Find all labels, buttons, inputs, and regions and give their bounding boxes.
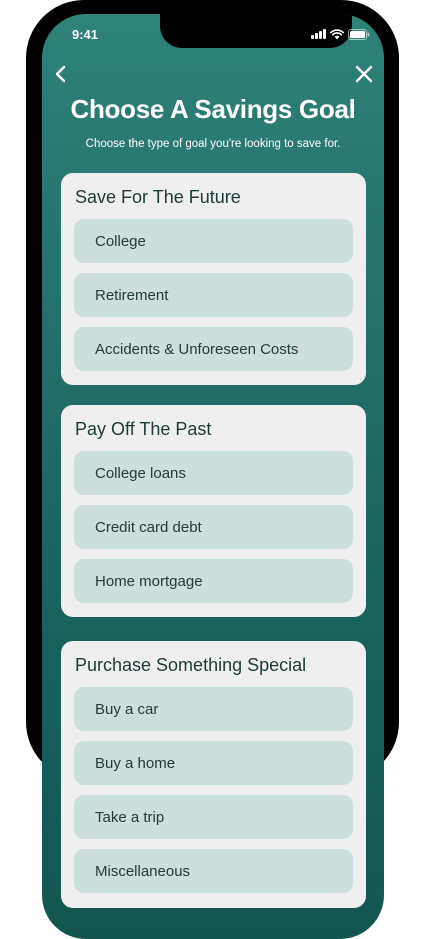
signal-icon — [311, 29, 326, 39]
wifi-icon — [329, 28, 344, 40]
status-icons — [311, 27, 371, 41]
option-buy-a-home[interactable]: Buy a home — [74, 741, 353, 785]
page-subtitle: Choose the type of goal you're looking t… — [85, 138, 341, 150]
goal-group-save-for-future: Save For The Future College Retirement A… — [61, 173, 366, 385]
status-time: 9:41 — [72, 27, 99, 42]
close-icon[interactable] — [354, 64, 374, 84]
group-heading: Purchase Something Special — [75, 655, 307, 675]
group-heading: Save For The Future — [75, 187, 241, 207]
option-miscellaneous[interactable]: Miscellaneous — [74, 849, 353, 893]
page-title: Choose A Savings Goal — [70, 94, 356, 124]
option-college-loans[interactable]: College loans — [74, 451, 353, 495]
option-take-a-trip[interactable]: Take a trip — [74, 795, 353, 839]
option-credit-card-debt[interactable]: Credit card debt — [74, 505, 353, 549]
goal-group-purchase-special: Purchase Something Special Buy a car Buy… — [61, 641, 366, 908]
option-retirement[interactable]: Retirement — [74, 273, 353, 317]
option-accidents-unforeseen-costs[interactable]: Accidents & Unforeseen Costs — [74, 327, 353, 371]
phone-canvas: 9:41 Choose A Savings Goal Choose the ty… — [0, 0, 426, 939]
battery-icon — [347, 28, 370, 40]
goal-group-pay-off-past: Pay Off The Past College loans Credit ca… — [61, 405, 366, 617]
group-heading: Pay Off The Past — [75, 419, 212, 439]
option-college[interactable]: College — [74, 219, 353, 263]
chevron-left-icon[interactable] — [52, 63, 72, 85]
option-buy-a-car[interactable]: Buy a car — [74, 687, 353, 731]
option-home-mortgage[interactable]: Home mortgage — [74, 559, 353, 603]
